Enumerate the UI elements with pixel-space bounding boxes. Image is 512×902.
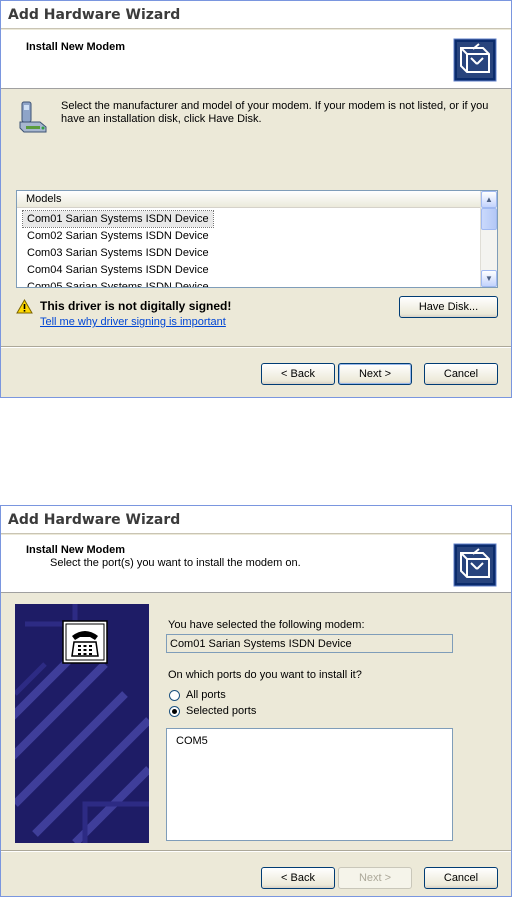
- list-item[interactable]: Com05 Sarian Systems ISDN Device: [23, 279, 213, 287]
- ports-question-label: On which ports do you want to install it…: [168, 669, 362, 681]
- add-hardware-wizard-window-ports: Add Hardware Wizard Install New Modem Se…: [0, 505, 512, 897]
- button-separator: [1, 850, 511, 852]
- window-title: Add Hardware Wizard: [8, 512, 181, 528]
- modem-phone-icon: [19, 101, 47, 133]
- scroll-thumb[interactable]: [481, 208, 497, 230]
- header-subtitle: Select the port(s) you want to install t…: [50, 557, 301, 569]
- all-ports-label[interactable]: All ports: [186, 689, 226, 701]
- back-button[interactable]: < Back: [261, 867, 335, 889]
- warning-icon: [16, 299, 33, 314]
- wizard-header: Install New Modem Select the port(s) you…: [1, 535, 511, 593]
- list-item[interactable]: Com02 Sarian Systems ISDN Device: [23, 228, 213, 244]
- have-disk-button[interactable]: Have Disk...: [399, 296, 498, 318]
- header-title: Install New Modem: [26, 544, 126, 556]
- wizard-body: Select the manufacturer and model of you…: [1, 90, 511, 345]
- ports-listbox[interactable]: COM5: [166, 728, 453, 841]
- next-button[interactable]: Next >: [338, 867, 412, 889]
- hardware-wizard-icon: [453, 38, 497, 82]
- hardware-wizard-icon: [453, 543, 497, 587]
- list-item[interactable]: Com04 Sarian Systems ISDN Device: [23, 262, 213, 278]
- scroll-down-button[interactable]: ▼: [481, 270, 497, 287]
- models-column-header[interactable]: Models: [17, 191, 480, 208]
- add-hardware-wizard-window-models: Add Hardware Wizard Install New Modem Se…: [0, 0, 512, 398]
- selected-ports-label[interactable]: Selected ports: [186, 705, 256, 717]
- driver-signing-link[interactable]: Tell me why driver signing is important: [40, 316, 226, 328]
- unsigned-driver-warning: This driver is not digitally signed!: [40, 299, 232, 313]
- wizard-header: Install New Modem: [1, 30, 511, 89]
- list-item[interactable]: Com03 Sarian Systems ISDN Device: [23, 245, 213, 261]
- next-button[interactable]: Next >: [338, 363, 412, 385]
- back-button[interactable]: < Back: [261, 363, 335, 385]
- all-ports-radio[interactable]: [169, 690, 180, 701]
- models-scrollbar[interactable]: ▲ ▼: [480, 191, 497, 287]
- telephone-icon: [62, 620, 108, 664]
- window-title: Add Hardware Wizard: [8, 7, 181, 23]
- title-bar[interactable]: Add Hardware Wizard: [1, 506, 511, 534]
- cancel-button[interactable]: Cancel: [424, 363, 498, 385]
- scroll-up-button[interactable]: ▲: [481, 191, 497, 208]
- wizard-side-graphic: [15, 604, 149, 843]
- instructions-text: Select the manufacturer and model of you…: [61, 100, 489, 125]
- selected-modem-field: Com01 Sarian Systems ISDN Device: [166, 634, 453, 653]
- title-bar[interactable]: Add Hardware Wizard: [1, 1, 511, 29]
- button-separator: [1, 346, 511, 348]
- models-listbox[interactable]: Models Com01 Sarian Systems ISDN Device …: [16, 190, 498, 288]
- header-title: Install New Modem: [26, 41, 126, 53]
- selected-ports-radio[interactable]: [169, 706, 180, 717]
- port-item[interactable]: COM5: [176, 735, 208, 747]
- selected-modem-label: You have selected the following modem:: [168, 619, 365, 631]
- list-item[interactable]: Com01 Sarian Systems ISDN Device: [22, 210, 214, 228]
- cancel-button[interactable]: Cancel: [424, 867, 498, 889]
